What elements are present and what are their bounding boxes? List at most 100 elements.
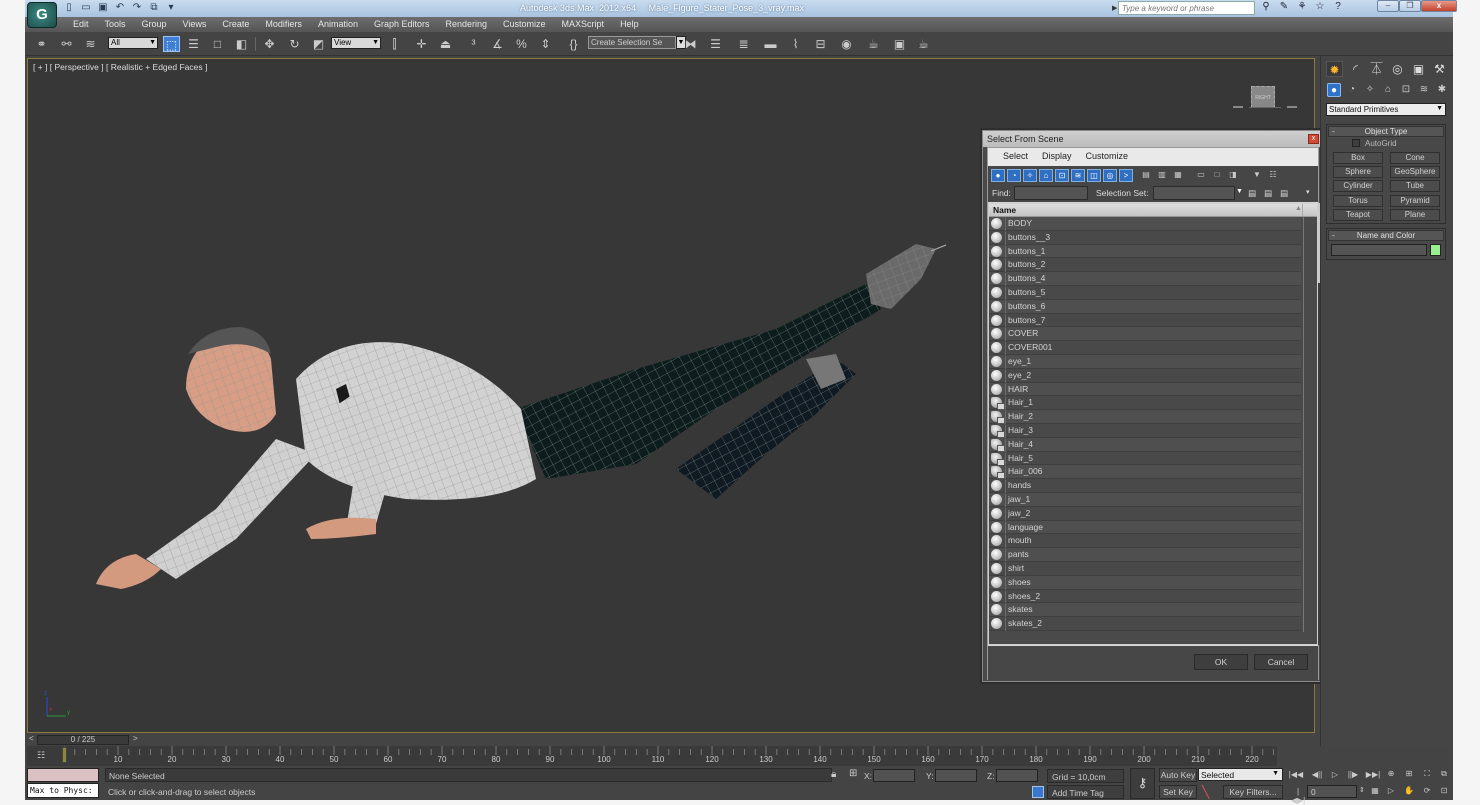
satellite-icon[interactable]: ⚘	[1296, 1, 1308, 14]
list-item[interactable]: buttons_4	[989, 272, 1301, 287]
menu-graph-editors[interactable]: Graph Editors	[366, 17, 438, 32]
cancel-button[interactable]: Cancel	[1254, 654, 1308, 670]
menu-help[interactable]: Help	[612, 17, 647, 32]
modify-icon[interactable]: ◜	[1347, 61, 1364, 77]
y-coordinate-input[interactable]	[935, 769, 977, 782]
pan-icon[interactable]: ✋	[1401, 786, 1417, 795]
find-input[interactable]	[1014, 186, 1088, 200]
orbit-icon[interactable]: ⟳	[1419, 786, 1435, 795]
utilities-icon[interactable]: ⚒	[1431, 61, 1448, 77]
display-dependents-icon[interactable]: ▦	[1171, 169, 1185, 182]
set-keys-key-icon[interactable]: ⚷	[1130, 768, 1155, 799]
close-button[interactable]: x	[1421, 0, 1457, 12]
new-icon[interactable]: ▯	[63, 2, 75, 14]
edit-named-selection-icon[interactable]: {}	[565, 36, 582, 52]
list-item[interactable]: Hair_5	[989, 451, 1301, 466]
absolute-mode-icon[interactable]: ⊞	[849, 768, 857, 779]
add-time-tag-button[interactable]: Add Time Tag	[1047, 785, 1124, 799]
list-item[interactable]: buttons_7	[989, 313, 1301, 328]
motion-icon[interactable]: ◎	[1389, 61, 1406, 77]
autogrid-checkbox[interactable]: AutoGrid	[1352, 139, 1397, 148]
selection-filter-dropdown[interactable]: All ▼	[108, 37, 158, 49]
named-selection-set-input[interactable]: Create Selection Se	[588, 36, 676, 49]
menu-animation[interactable]: Animation	[310, 17, 366, 32]
select-none-icon[interactable]: □	[1210, 169, 1224, 182]
menu-edit[interactable]: Edit	[65, 17, 97, 32]
rotate-icon[interactable]: ↻	[286, 36, 303, 52]
previous-key-icon[interactable]: ◀||	[1309, 770, 1325, 779]
remove-from-set-icon[interactable]: ▤	[1280, 188, 1288, 199]
dialog-menu-customize[interactable]: Customize	[1079, 148, 1136, 166]
systems-icon[interactable]: ✱	[1435, 83, 1449, 97]
key-filters-button[interactable]: Key Filters...	[1223, 785, 1283, 799]
play-icon[interactable]: ▷	[1327, 770, 1343, 779]
dialog-menu-display[interactable]: Display	[1035, 148, 1079, 166]
go-to-start-icon[interactable]: |◀◀	[1288, 770, 1304, 779]
selection-set-dropdown[interactable]	[1153, 186, 1235, 200]
material-editor-icon[interactable]: ◉	[838, 36, 855, 52]
restore-button[interactable]: ❐	[1399, 0, 1421, 12]
filter-lights-icon[interactable]: ✧	[1023, 169, 1037, 182]
menu-tools[interactable]: Tools	[97, 17, 134, 32]
character-model[interactable]	[76, 239, 946, 589]
list-item[interactable]: Hair_006	[989, 465, 1301, 480]
time-slider-handle[interactable]: 0 / 225	[37, 735, 129, 745]
lock-selection-icon[interactable]: 🔒︎	[831, 769, 836, 780]
menu-views[interactable]: Views	[175, 17, 215, 32]
tube-button[interactable]: Tube	[1390, 180, 1440, 192]
list-item[interactable]: BODY	[989, 217, 1301, 231]
time-configuration-icon[interactable]: ▦	[1367, 786, 1383, 795]
cone-button[interactable]: Cone	[1390, 152, 1440, 164]
create-icon[interactable]: ✹	[1326, 61, 1343, 77]
select-object-icon[interactable]: ⬚	[163, 36, 180, 52]
viewcube-ring[interactable]	[1233, 105, 1297, 109]
teapot-button[interactable]: Teapot	[1333, 209, 1383, 221]
select-manipulate-icon[interactable]: ✛	[413, 36, 430, 52]
select-invert-icon[interactable]: ◨	[1226, 169, 1240, 182]
align-icon[interactable]: ☰	[707, 36, 724, 52]
list-item[interactable]: Hair_3	[989, 423, 1301, 438]
menu-create[interactable]: Create	[214, 17, 257, 32]
sphere-button[interactable]: Sphere	[1333, 166, 1383, 178]
frame-spinner-icon[interactable]: ⇕	[1359, 786, 1365, 794]
zoom-all-icon[interactable]: ⊞	[1401, 769, 1417, 778]
set-key-button[interactable]: Set Key	[1159, 785, 1197, 799]
list-item[interactable]: buttons_2	[989, 258, 1301, 273]
list-item[interactable]: buttons_6	[989, 299, 1301, 314]
list-item[interactable]: shirt	[989, 561, 1301, 576]
go-to-end-icon[interactable]: ▶▶|	[1365, 770, 1381, 779]
search-input[interactable]: Type a keyword or phrase	[1118, 1, 1255, 15]
z-coordinate-input[interactable]	[996, 769, 1038, 782]
undo-icon[interactable]: ↶	[114, 2, 126, 14]
unlink-icon[interactable]: ⚯	[58, 36, 75, 52]
maxscript-mini-listener-input[interactable]: Max to Physc:	[27, 783, 99, 798]
helpers-icon[interactable]: ⊡	[1399, 83, 1413, 97]
render-production-icon[interactable]: ☕	[915, 36, 932, 52]
torus-button[interactable]: Torus	[1333, 195, 1383, 207]
key-mode-toggle-icon[interactable]: |◀▶|	[1290, 787, 1306, 805]
pivot-center-icon[interactable]: ⫿	[386, 36, 403, 52]
list-item[interactable]: Hair_2	[989, 410, 1301, 425]
previous-frame-icon[interactable]: <	[29, 734, 34, 743]
dialog-menu-select[interactable]: Select	[996, 148, 1035, 166]
list-item[interactable]: shoes	[989, 575, 1301, 590]
app-logo-icon[interactable]: G	[27, 2, 57, 28]
filter-helpers-icon[interactable]: ⊡	[1055, 169, 1069, 182]
zoom-icon[interactable]: ⊕	[1383, 769, 1399, 778]
filter-xrefs-icon[interactable]: ◎	[1103, 169, 1117, 182]
pyramid-button[interactable]: Pyramid	[1390, 195, 1440, 207]
expand-options-icon[interactable]: ▾	[1306, 188, 1310, 196]
add-to-set-icon[interactable]: ▤	[1264, 188, 1272, 199]
object-type-header[interactable]: - Object Type	[1328, 126, 1444, 137]
rendered-frame-icon[interactable]: ▣	[891, 36, 908, 52]
chevron-down-icon[interactable]: ▼	[1236, 188, 1243, 195]
menu-modifiers[interactable]: Modifiers	[257, 17, 310, 32]
list-item[interactable]: pants	[989, 548, 1301, 563]
list-item[interactable]: language	[989, 520, 1301, 535]
cameras-icon[interactable]: ⌂	[1381, 83, 1395, 97]
schematic-view-icon[interactable]: ⊟	[812, 36, 829, 52]
curve-editor-icon[interactable]: ⌇	[787, 36, 804, 52]
list-item[interactable]: shoes_2	[989, 589, 1301, 604]
binoculars-icon[interactable]: ⚲	[1260, 1, 1272, 14]
display-children-icon[interactable]: ▤	[1139, 169, 1153, 182]
